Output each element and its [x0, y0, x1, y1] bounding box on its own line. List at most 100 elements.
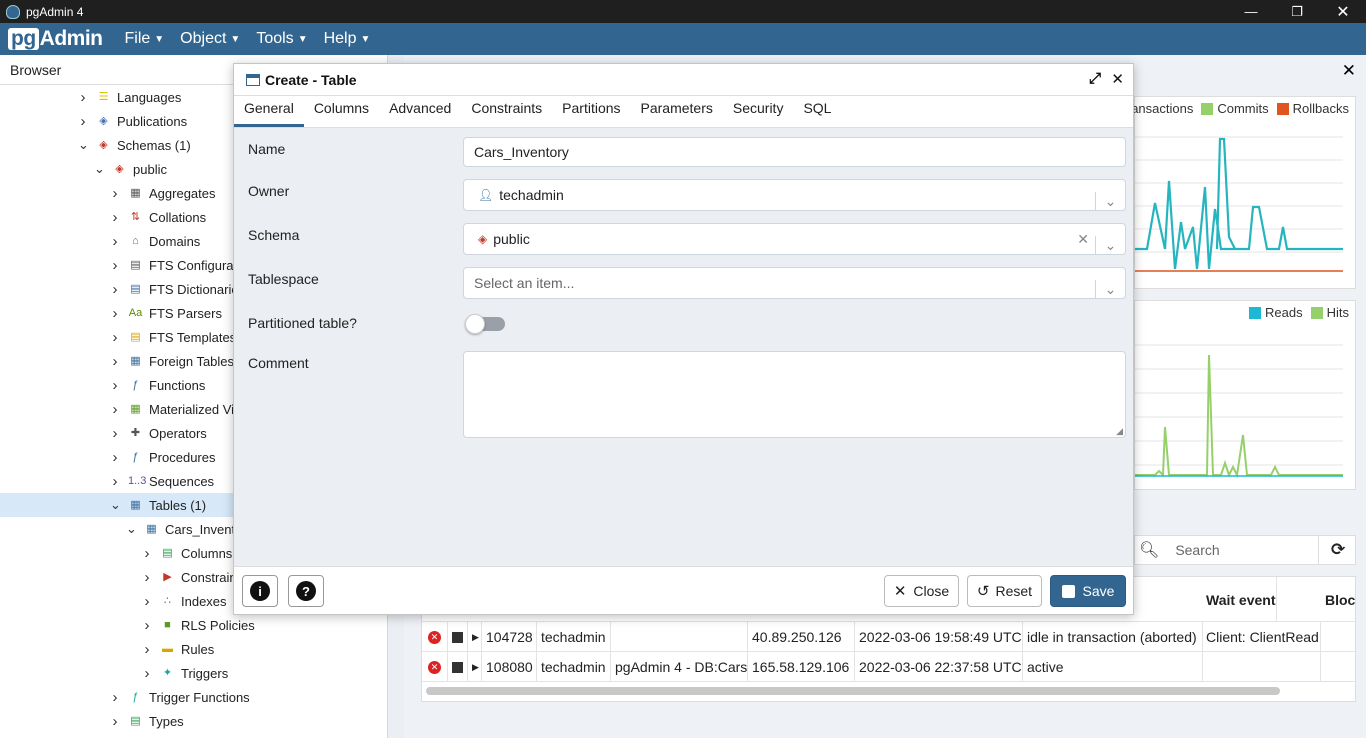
terminate-icon[interactable]: ✕: [428, 630, 441, 644]
cancel-query-icon[interactable]: [452, 661, 463, 673]
chevron-right-icon[interactable]: ›: [78, 89, 88, 106]
chevron-right-icon[interactable]: ›: [142, 545, 152, 562]
clear-icon[interactable]: ✕: [1077, 231, 1089, 248]
chevron-right-icon[interactable]: ›: [142, 569, 152, 586]
schema-label: Schema: [248, 227, 300, 243]
chevron-right-icon[interactable]: ›: [110, 281, 120, 298]
reset-icon: ↺: [976, 583, 990, 600]
table-row[interactable]: ✕ ▶ 108080 techadmin pgAdmin 4 - DB:Cars 165.…: [422, 652, 1355, 682]
column-header-blocking[interactable]: Bloc: [1321, 577, 1355, 622]
menu-object[interactable]: Object ▼: [180, 30, 240, 48]
tab-advanced[interactable]: Advanced: [379, 100, 461, 127]
chevron-down-icon[interactable]: ⌄: [1095, 192, 1125, 210]
reset-button-label: Reset: [995, 583, 1033, 599]
tree-item-label: Sequences: [149, 473, 215, 489]
chevron-right-icon[interactable]: ›: [110, 353, 120, 370]
search-input[interactable]: Search: [1175, 542, 1219, 558]
expand-cell: ▶: [468, 622, 482, 652]
info-button[interactable]: i: [242, 575, 278, 607]
cell-user: techadmin: [537, 622, 611, 652]
menu-tools[interactable]: Tools ▼: [256, 30, 307, 48]
tree-item[interactable]: › ✦ Triggers: [0, 661, 388, 685]
chevron-down-icon[interactable]: ⌄: [1095, 236, 1125, 254]
tab-partitions[interactable]: Partitions: [552, 100, 630, 127]
table-row[interactable]: ✕ ▶ 104728 techadmin 40.89.250.126 2022-03-06…: [422, 622, 1355, 652]
comment-textarea[interactable]: ◢: [463, 351, 1126, 438]
tablespace-select[interactable]: Select an item... ⌄: [463, 267, 1126, 299]
tab-constraints[interactable]: Constraints: [461, 100, 552, 127]
menu-help[interactable]: Help ▼: [324, 30, 371, 48]
help-button[interactable]: ?: [288, 575, 324, 607]
chevron-right-icon[interactable]: ›: [110, 689, 120, 706]
tab-columns[interactable]: Columns: [304, 100, 379, 127]
chevron-down-icon[interactable]: ⌄: [94, 161, 105, 177]
chevron-right-icon[interactable]: ›: [110, 449, 120, 466]
chevron-right-icon[interactable]: ›: [142, 641, 152, 658]
tree-item[interactable]: › ▬ Rules: [0, 637, 388, 661]
horizontal-scrollbar[interactable]: [426, 687, 1280, 695]
chevron-right-icon[interactable]: ›: [110, 473, 120, 490]
chevron-right-icon[interactable]: ›: [142, 665, 152, 682]
minimize-icon[interactable]: —: [1228, 0, 1274, 23]
chevron-down-icon[interactable]: ⌄: [126, 521, 137, 537]
tree-item-label: Procedures: [149, 449, 216, 465]
close-window-icon[interactable]: ✕: [1320, 0, 1366, 23]
chevron-down-icon: ▼: [297, 33, 308, 45]
info-icon: i: [250, 581, 270, 601]
chevron-right-icon[interactable]: ›: [110, 401, 120, 418]
tree-item-label: FTS Configurati: [149, 257, 241, 273]
table-icon: [246, 73, 260, 86]
partitioned-toggle[interactable]: [465, 314, 505, 334]
chevron-right-icon[interactable]: ›: [110, 305, 120, 322]
tab-general[interactable]: General: [234, 100, 304, 127]
chevron-down-icon[interactable]: ⌄: [110, 497, 121, 513]
chevron-down-icon[interactable]: ⌄: [1095, 280, 1125, 298]
window-title: pgAdmin 4: [26, 4, 84, 19]
tab-parameters[interactable]: Parameters: [631, 100, 723, 127]
menu-file[interactable]: File ▼: [124, 30, 164, 48]
pgadmin-app-icon: [6, 4, 20, 19]
close-button[interactable]: ✕ Close: [884, 575, 959, 607]
tree-item[interactable]: › ▤ Types: [0, 709, 388, 733]
chevron-right-icon[interactable]: ›: [110, 377, 120, 394]
chevron-right-icon[interactable]: ›: [110, 425, 120, 442]
chevron-right-icon[interactable]: ›: [142, 617, 152, 634]
tree-node-icon: ▦: [130, 403, 141, 415]
close-panel-icon[interactable]: ✕: [1342, 61, 1356, 81]
chevron-right-icon[interactable]: ›: [142, 593, 152, 610]
owner-select[interactable]: 👤︎ techadmin ⌄: [463, 179, 1126, 211]
cancel-query-icon[interactable]: [452, 631, 463, 643]
name-field[interactable]: Cars_Inventory: [463, 137, 1126, 167]
refresh-icon[interactable]: ⟳: [1331, 540, 1345, 560]
tab-security[interactable]: Security: [723, 100, 794, 127]
cell-client: 40.89.250.126: [748, 622, 855, 652]
chevron-down-icon: ▼: [230, 33, 241, 45]
maximize-icon[interactable]: ⤢: [1089, 70, 1101, 87]
expand-row-icon[interactable]: ▶: [472, 632, 479, 643]
resize-handle-icon[interactable]: ◢: [1116, 426, 1123, 437]
chevron-right-icon[interactable]: ›: [110, 233, 120, 250]
chevron-right-icon[interactable]: ›: [110, 209, 120, 226]
chevron-right-icon[interactable]: ›: [110, 713, 120, 730]
close-dialog-icon[interactable]: ✕: [1111, 70, 1124, 88]
chevron-down-icon[interactable]: ⌄: [78, 137, 89, 153]
terminate-icon[interactable]: ✕: [428, 660, 441, 674]
tree-item[interactable]: › ƒ Trigger Functions: [0, 685, 388, 709]
tree-item-label: Trigger Functions: [149, 689, 250, 705]
save-button[interactable]: Save: [1050, 575, 1126, 607]
chevron-right-icon[interactable]: ›: [110, 329, 120, 346]
cell-client: 165.58.129.106: [748, 652, 855, 682]
chevron-right-icon[interactable]: ›: [78, 113, 88, 130]
chevron-right-icon[interactable]: ›: [110, 185, 120, 202]
expand-row-icon[interactable]: ▶: [472, 662, 479, 673]
transactions-graph: ansactions Commits Rollbacks: [1131, 96, 1356, 289]
reset-button[interactable]: ↺ Reset: [967, 575, 1042, 607]
name-value: Cars_Inventory: [474, 144, 569, 160]
tree-item[interactable]: › ■ RLS Policies: [0, 613, 388, 637]
schema-select[interactable]: ◈ public ✕ ⌄: [463, 223, 1126, 255]
tab-sql[interactable]: SQL: [793, 100, 841, 127]
restore-icon[interactable]: ❐: [1274, 0, 1320, 23]
column-header-wait-event[interactable]: Wait event: [1202, 577, 1277, 622]
tree-node-icon: ▤: [130, 331, 141, 343]
chevron-right-icon[interactable]: ›: [110, 257, 120, 274]
